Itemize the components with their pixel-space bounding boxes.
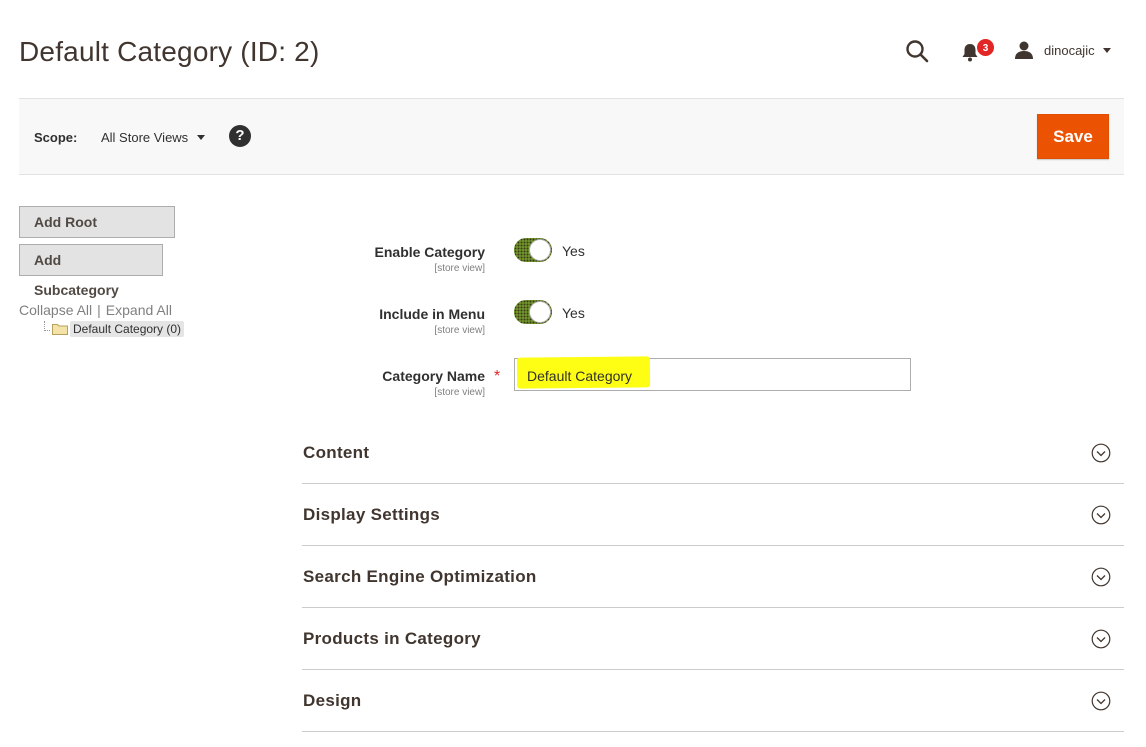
tree-node-label[interactable]: Default Category (0) — [70, 320, 185, 337]
tree-node[interactable]: Default Category (0) — [44, 320, 185, 337]
chevron-down-icon — [197, 135, 206, 140]
include-in-menu-value: Yes — [562, 305, 585, 321]
section-title: Display Settings — [303, 505, 441, 524]
circle-chevron-down-icon — [1091, 691, 1111, 711]
tree-connector — [44, 320, 50, 331]
tree-controls-separator: | — [97, 302, 101, 318]
enable-category-value: Yes — [562, 243, 585, 259]
notifications-button[interactable]: 3 — [960, 38, 996, 66]
scope-label: Scope: — [34, 130, 78, 145]
section-title: Search Engine Optimization — [303, 567, 537, 586]
circle-chevron-down-icon — [1091, 505, 1111, 525]
tree-controls: Collapse All | Expand All — [19, 302, 172, 318]
circle-chevron-down-icon — [1091, 443, 1111, 463]
help-icon[interactable]: ? — [229, 125, 251, 147]
enable-category-scope: [store view] — [434, 263, 485, 274]
user-menu[interactable]: dinocajic — [1014, 38, 1111, 62]
user-icon — [1015, 41, 1033, 59]
scope-switcher[interactable]: All Store Views — [101, 130, 206, 145]
collapse-all-link[interactable]: Collapse All — [19, 302, 92, 318]
section-products-in-category[interactable]: Products in Category — [302, 608, 1124, 670]
section-content[interactable]: Content — [302, 422, 1124, 484]
category-name-label: Category Name — [382, 368, 485, 384]
add-subcategory-button[interactable]: Add Subcategory — [19, 244, 163, 298]
search-icon — [906, 40, 929, 63]
circle-chevron-down-icon — [1091, 567, 1111, 587]
section-title: Design — [303, 691, 362, 710]
category-name-scope: [store view] — [434, 387, 485, 398]
scope-bar: Scope: All Store Views ? Save — [19, 98, 1124, 175]
scope-value: All Store Views — [101, 130, 189, 145]
section-title: Products in Category — [303, 629, 481, 648]
username: dinocajic — [1044, 42, 1095, 58]
include-in-menu-label: Include in Menu — [379, 306, 485, 322]
enable-category-toggle[interactable] — [514, 238, 552, 262]
folder-icon — [52, 323, 68, 335]
text-highlight-marker — [516, 356, 651, 389]
toggle-knob — [529, 301, 551, 323]
section-search-engine-optimization[interactable]: Search Engine Optimization — [302, 546, 1124, 608]
section-display-settings[interactable]: Display Settings — [302, 484, 1124, 546]
save-button[interactable]: Save — [1037, 114, 1109, 159]
add-root-category-button[interactable]: Add Root Category — [19, 206, 175, 260]
required-indicator: * — [494, 368, 501, 385]
include-in-menu-toggle[interactable] — [514, 300, 552, 324]
enable-category-label: Enable Category — [374, 244, 485, 260]
include-in-menu-scope: [store view] — [434, 325, 485, 336]
chevron-down-icon — [1102, 47, 1111, 53]
search-button[interactable] — [904, 38, 930, 64]
toggle-knob — [529, 239, 551, 261]
section-design[interactable]: Design — [302, 670, 1124, 732]
section-title: Content — [303, 443, 370, 462]
page-title: Default Category (ID: 2) — [19, 36, 320, 67]
circle-chevron-down-icon — [1091, 629, 1111, 649]
expand-all-link[interactable]: Expand All — [106, 302, 172, 318]
notification-count-badge: 3 — [976, 38, 995, 57]
